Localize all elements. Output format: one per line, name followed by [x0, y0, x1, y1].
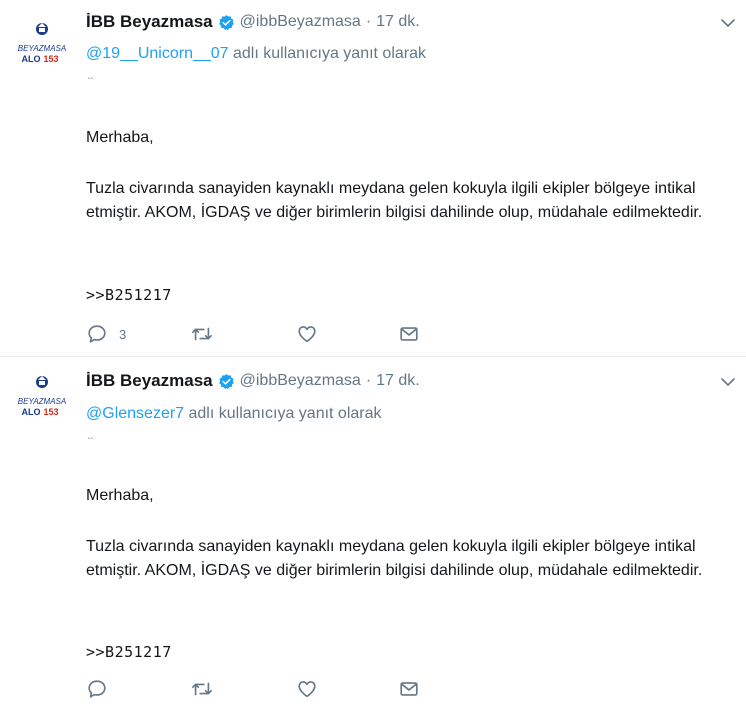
direct-message-icon [400, 682, 418, 696]
reply-count: 3 [119, 326, 127, 342]
display-name[interactable]: İBB Beyazmasa [86, 12, 213, 32]
avatar[interactable]: BEYAZMASA ALO 153 [14, 18, 70, 74]
retweet-button[interactable] [190, 677, 214, 701]
verified-badge-icon [218, 14, 234, 30]
chevron-down-icon[interactable] [720, 15, 736, 31]
svg-text:ALO: ALO [22, 54, 41, 64]
tweet-greeting: Merhaba, [86, 487, 154, 504]
like-button[interactable] [296, 322, 318, 346]
like-button[interactable] [296, 677, 318, 701]
beyazmasa-logo: BEYAZMASA ALO 153 [18, 23, 66, 64]
tweet-paragraph: Tuzla civarında sanayiden kaynaklı meyda… [86, 180, 703, 221]
display-name[interactable]: İBB Beyazmasa [86, 371, 213, 391]
direct-message-button[interactable] [398, 322, 420, 346]
svg-text:BEYAZMASA: BEYAZMASA [18, 397, 66, 406]
tweet[interactable]: BEYAZMASA ALO 153 İBB Beyazmasa @ibbBeya… [0, 357, 746, 720]
svg-text:BEYAZMASA: BEYAZMASA [18, 44, 66, 53]
tweet-paragraph: Tuzla civarında sanayiden kaynaklı meyda… [86, 538, 703, 579]
tweet-reference: >>B251217 [86, 286, 172, 304]
chevron-down-icon[interactable] [720, 374, 736, 390]
reply-context: @19__Unicorn__07 adlı kullanıcıya yanıt … [86, 45, 426, 63]
user-handle[interactable]: @ibbBeyazmasa [240, 372, 361, 390]
svg-text:153: 153 [43, 407, 58, 417]
reply-icon [88, 325, 106, 343]
svg-text:ALO: ALO [22, 407, 41, 417]
separator-dot: · [365, 13, 372, 30]
tweet[interactable]: BEYAZMASA ALO 153 İBB Beyazmasa @ibbBeya… [0, 0, 746, 357]
like-icon [298, 326, 316, 343]
avatar[interactable]: BEYAZMASA ALO 153 [14, 371, 70, 427]
timestamp[interactable]: 17 dk. [376, 13, 420, 31]
tweet-header: İBB Beyazmasa @ibbBeyazmasa · 17 dk. [86, 369, 420, 393]
reply-button[interactable]: 3 [86, 322, 126, 346]
retweet-icon [192, 327, 212, 341]
tiny-mark: "" [88, 438, 94, 444]
beyazmasa-logo: BEYAZMASA ALO 153 [18, 376, 66, 417]
reply-user-link[interactable]: @Glensezer7 [86, 405, 184, 422]
tweet-greeting: Merhaba, [86, 129, 154, 146]
reply-context-label: adlı kullanıcıya yanıt olarak [228, 45, 426, 62]
direct-message-button[interactable] [398, 677, 420, 701]
reply-context: @Glensezer7 adlı kullanıcıya yanıt olara… [86, 405, 382, 423]
user-handle[interactable]: @ibbBeyazmasa [240, 13, 361, 31]
retweet-button[interactable] [190, 322, 214, 346]
tweet-reference: >>B251217 [86, 643, 172, 661]
reply-user-link[interactable]: @19__Unicorn__07 [86, 45, 229, 62]
timestamp[interactable]: 17 dk. [376, 372, 420, 390]
tweet-header: İBB Beyazmasa @ibbBeyazmasa · 17 dk. [86, 10, 420, 34]
svg-text:153: 153 [43, 54, 58, 64]
tiny-mark: "" [88, 78, 94, 84]
retweet-icon [192, 682, 212, 696]
separator-dot: · [365, 372, 372, 389]
direct-message-icon [400, 327, 418, 341]
reply-button[interactable] [86, 677, 119, 701]
reply-icon [88, 680, 106, 698]
like-icon [298, 681, 316, 698]
verified-badge-icon [218, 373, 234, 389]
reply-context-label: adlı kullanıcıya yanıt olarak [184, 405, 382, 422]
